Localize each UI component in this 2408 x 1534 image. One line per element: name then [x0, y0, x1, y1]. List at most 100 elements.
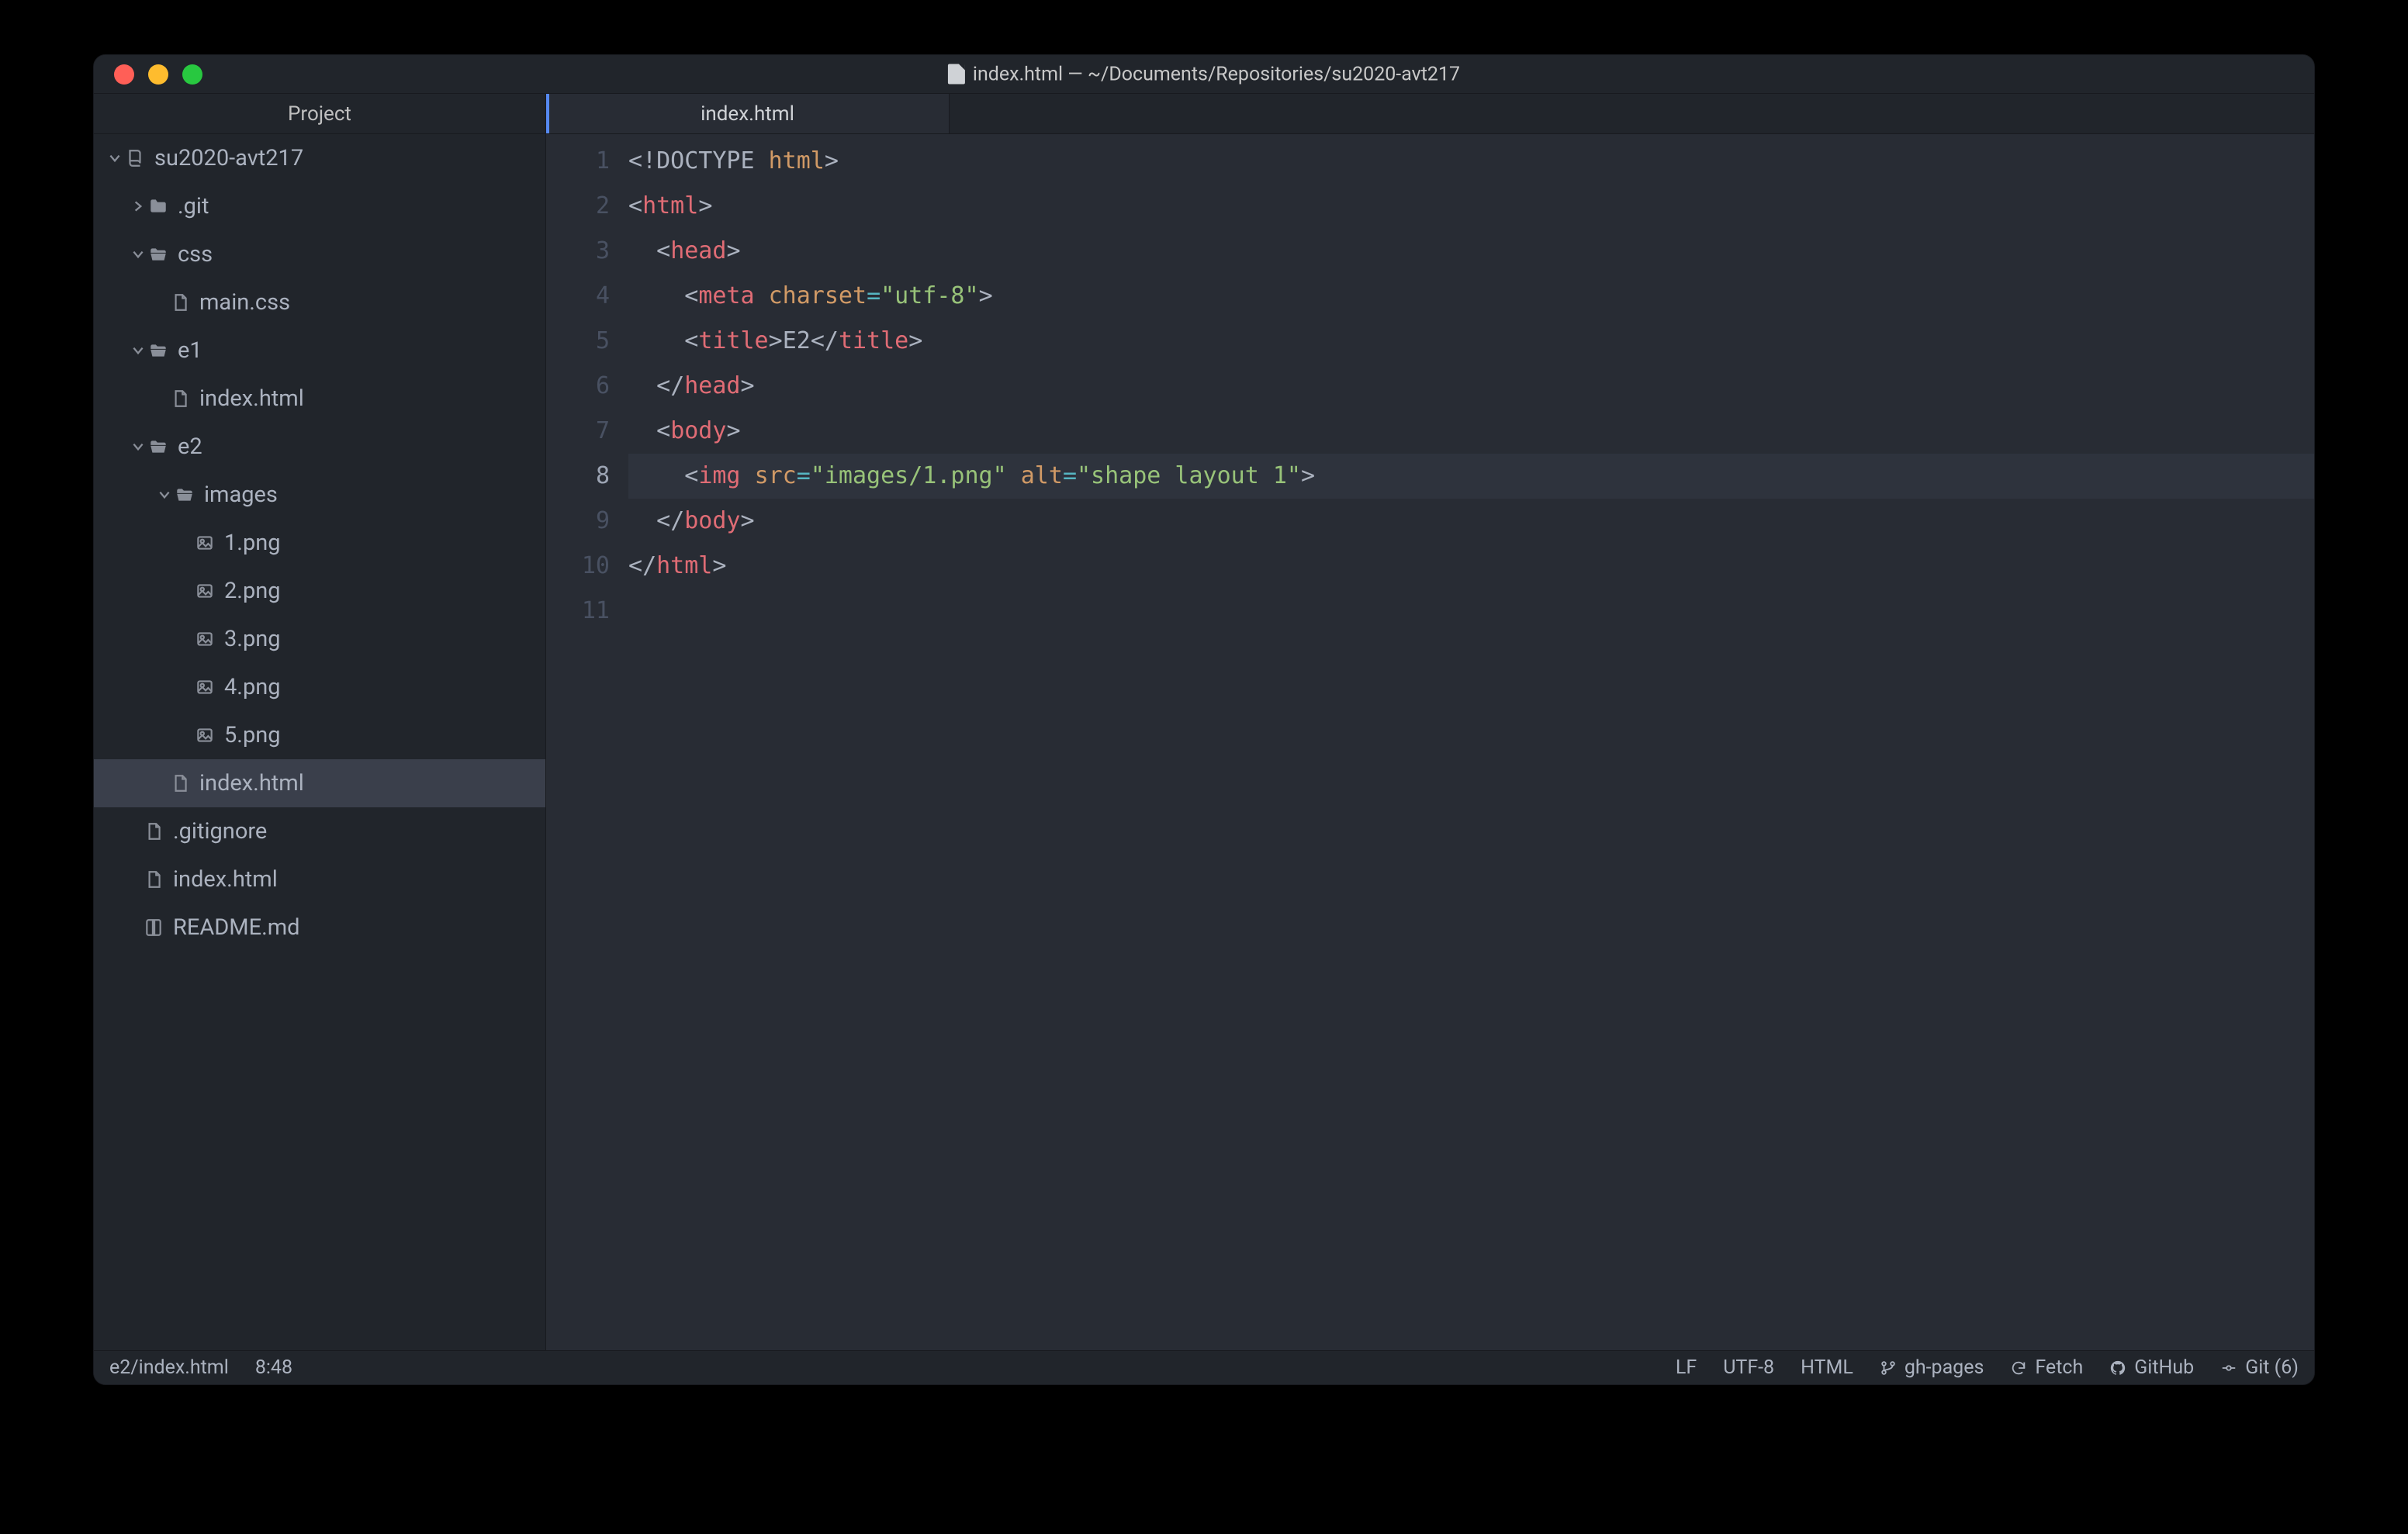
tree-label: index.html — [173, 869, 278, 891]
file-icon — [168, 773, 192, 793]
image-icon — [193, 725, 216, 745]
tab-project[interactable]: Project — [288, 102, 351, 126]
status-fetch[interactable]: Fetch — [2010, 1356, 2083, 1379]
editor-area: index.html 1 2 3 4 5 6 7 8 9 10 11 — [546, 94, 2314, 1350]
image-icon — [193, 533, 216, 553]
line-number: 7 — [546, 409, 610, 454]
close-button[interactable] — [114, 64, 134, 85]
code-line[interactable]: <head> — [628, 229, 2314, 274]
chevron-down-icon — [130, 440, 147, 454]
tree-file-img4[interactable]: 4.png — [94, 663, 545, 711]
line-number: 8 — [546, 454, 610, 499]
code-line[interactable]: <body> — [628, 409, 2314, 454]
title-bar: index.html — ~/Documents/Repositories/su… — [94, 55, 2314, 94]
tree-file-img3[interactable]: 3.png — [94, 615, 545, 663]
status-eol[interactable]: LF — [1676, 1356, 1697, 1379]
tree-root[interactable]: su2020-avt217 — [94, 134, 545, 182]
status-branch[interactable]: gh-pages — [1880, 1356, 1984, 1379]
window-title-text: index.html — ~/Documents/Repositories/su… — [973, 63, 1460, 85]
tree-label: 4.png — [224, 676, 281, 699]
tab-bar: index.html — [546, 94, 2314, 134]
code-line-current[interactable]: <img src="images/1.png" alt="shape layou… — [628, 454, 2314, 499]
code-line[interactable]: <html> — [628, 184, 2314, 229]
code-editor[interactable]: 1 2 3 4 5 6 7 8 9 10 11 <!DOCTYPE html> … — [546, 134, 2314, 1350]
content-area: Project su2020-avt217 .git css — [94, 94, 2314, 1350]
status-encoding[interactable]: UTF-8 — [1723, 1356, 1774, 1379]
zoom-button[interactable] — [182, 64, 202, 85]
tab-label: index.html — [701, 102, 794, 126]
image-icon — [193, 629, 216, 649]
tree-label: .git — [178, 195, 209, 218]
status-branch-label: gh-pages — [1905, 1356, 1984, 1379]
tree-label: e2 — [178, 436, 202, 458]
github-icon — [2109, 1360, 2126, 1377]
minimize-button[interactable] — [148, 64, 168, 85]
tree-folder-css[interactable]: css — [94, 230, 545, 278]
gutter: 1 2 3 4 5 6 7 8 9 10 11 — [546, 134, 624, 1350]
status-github[interactable]: GitHub — [2109, 1356, 2194, 1379]
tree-root-label: su2020-avt217 — [154, 147, 303, 170]
line-number: 2 — [546, 184, 610, 229]
file-tree[interactable]: su2020-avt217 .git css main.css — [94, 134, 545, 1350]
status-grammar[interactable]: HTML — [1801, 1356, 1853, 1379]
chevron-down-icon — [130, 247, 147, 261]
status-path[interactable]: e2/index.html — [109, 1356, 229, 1379]
tree-file-e2-index[interactable]: index.html — [94, 759, 545, 807]
line-number: 10 — [546, 544, 610, 589]
code-line[interactable]: </head> — [628, 364, 2314, 409]
tree-label: 1.png — [224, 532, 281, 555]
tree-file-readme[interactable]: README.md — [94, 903, 545, 952]
git-commit-icon — [2220, 1360, 2237, 1377]
line-number: 3 — [546, 229, 610, 274]
tree-file-root-index[interactable]: index.html — [94, 855, 545, 903]
tree-label: .gitignore — [173, 821, 267, 843]
tree-file-img1[interactable]: 1.png — [94, 519, 545, 567]
repo-icon — [123, 148, 147, 168]
chevron-down-icon — [106, 151, 123, 165]
line-number: 4 — [546, 274, 610, 319]
chevron-down-icon — [156, 488, 173, 502]
tree-folder-e1[interactable]: e1 — [94, 326, 545, 375]
tree-label: e1 — [178, 340, 202, 362]
code-line[interactable]: <meta charset="utf-8"> — [628, 274, 2314, 319]
tree-label: 2.png — [224, 580, 281, 603]
image-icon — [193, 581, 216, 601]
code-line[interactable]: </body> — [628, 499, 2314, 544]
status-git[interactable]: Git (6) — [2220, 1356, 2299, 1379]
tree-label: README.md — [173, 917, 300, 939]
tree-folder-e2[interactable]: e2 — [94, 423, 545, 471]
file-icon — [168, 389, 192, 409]
folder-open-icon — [147, 340, 170, 361]
line-number: 1 — [546, 139, 610, 184]
window-title: index.html — ~/Documents/Repositories/su… — [948, 63, 1460, 85]
folder-open-icon — [147, 244, 170, 264]
book-icon — [142, 917, 165, 938]
line-number: 11 — [546, 589, 610, 634]
tree-file-img5[interactable]: 5.png — [94, 711, 545, 759]
tree-file-img2[interactable]: 2.png — [94, 567, 545, 615]
code-lines[interactable]: <!DOCTYPE html> <html> <head> <meta char… — [624, 134, 2314, 1350]
tree-label: images — [204, 484, 278, 506]
file-icon — [168, 292, 192, 313]
status-github-label: GitHub — [2134, 1356, 2194, 1379]
code-line[interactable] — [628, 589, 2314, 634]
line-number: 5 — [546, 319, 610, 364]
status-cursor[interactable]: 8:48 — [255, 1356, 292, 1379]
folder-icon — [147, 196, 170, 216]
code-line[interactable]: </html> — [628, 544, 2314, 589]
sidebar-tabs: Project — [94, 94, 545, 134]
folder-open-icon — [147, 437, 170, 457]
code-line[interactable]: <!DOCTYPE html> — [628, 139, 2314, 184]
tree-label: 3.png — [224, 628, 281, 651]
tree-folder-images[interactable]: images — [94, 471, 545, 519]
traffic-lights — [94, 64, 202, 85]
tree-file-e1-index[interactable]: index.html — [94, 375, 545, 423]
file-icon — [948, 64, 965, 85]
tree-folder-git[interactable]: .git — [94, 182, 545, 230]
tree-file-gitignore[interactable]: .gitignore — [94, 807, 545, 855]
code-line[interactable]: <title>E2</title> — [628, 319, 2314, 364]
tab-index-html[interactable]: index.html — [546, 94, 950, 133]
git-branch-icon — [1880, 1360, 1897, 1377]
tree-label: index.html — [199, 772, 304, 795]
tree-file-main-css[interactable]: main.css — [94, 278, 545, 326]
